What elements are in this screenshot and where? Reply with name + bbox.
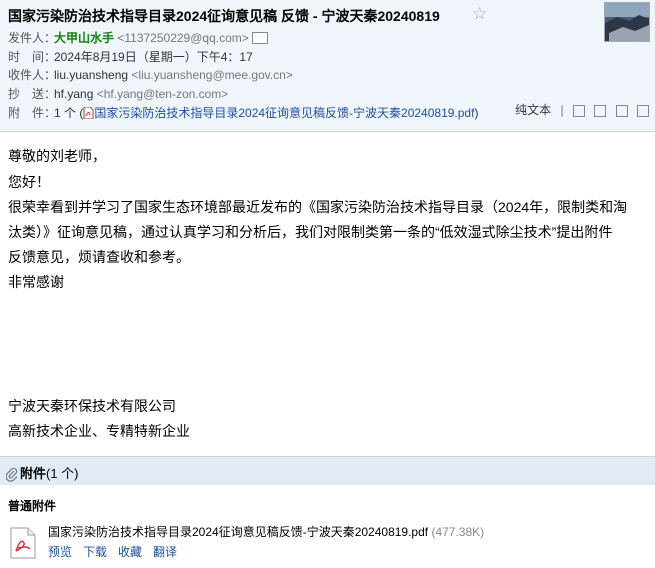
cc-row: 抄 送：hf.yang <hf.yang@ten-zon.com> <box>8 86 228 102</box>
avatar[interactable] <box>604 2 650 42</box>
divider: | <box>560 103 564 117</box>
pdf-icon <box>83 106 94 119</box>
attachment-file-title[interactable]: 国家污染防治技术指导目录2024征询意见稿反馈-宁波天秦20240819.pdf <box>48 525 428 539</box>
pdf-file-icon[interactable] <box>10 527 36 559</box>
time-value: 2024年8月19日（星期一）下午4：17 <box>54 50 253 64</box>
sender-label: 发件人： <box>8 31 57 45</box>
attachment-title: 附件(1 个) <box>5 463 79 482</box>
greeting: 尊敬的刘老师， <box>8 148 106 164</box>
address-card-icon[interactable] <box>251 31 268 44</box>
time-row: 时 间：2024年8月19日（星期一）下午4：17 <box>8 49 253 65</box>
to-row: 收件人：liu.yuansheng <liu.yuansheng@mee.gov… <box>8 67 293 83</box>
star-icon[interactable]: ☆ <box>472 4 487 24</box>
cc-label: 抄 送： <box>8 87 57 101</box>
sender-email[interactable]: <1137250229@qq.com> <box>117 31 248 45</box>
company-name: 宁波天秦环保技术有限公司 <box>8 398 176 414</box>
cc-email[interactable]: <hf.yang@ten-zon.com> <box>97 87 229 101</box>
paragraph-line-1: 很荣幸看到并学习了国家生态环境部最近发布的《国家污染防治技术指导目录（2024年… <box>8 199 628 215</box>
paragraph-line-2: 汰类）》征询意见稿，通过认真学习和分析后，我们对限制类第一条的“低效湿式除尘技术… <box>8 224 613 240</box>
mail-header: 国家污染防治技术指导目录2024征询意见稿 反馈 - 宁波天秦20240819 … <box>0 0 655 132</box>
toolbar: 纯文本 | <box>509 101 649 118</box>
cc-name[interactable]: hf.yang <box>54 87 93 101</box>
attachment-section-label: 普通附件 <box>8 499 57 513</box>
attach-file-link[interactable]: 国家污染防治技术指导目录2024征询意见稿反馈-宁波天秦20240819.pdf <box>94 106 474 120</box>
attachment-file-name: 国家污染防治技术指导目录2024征询意见稿反馈-宁波天秦20240819.pdf… <box>48 523 484 540</box>
time-label: 时 间： <box>8 50 57 64</box>
translate-link[interactable]: 翻译 <box>153 545 177 559</box>
copy-icon[interactable] <box>594 104 607 117</box>
sender-name[interactable]: 大甲山水手 <box>54 31 114 45</box>
paperclip-icon <box>5 467 18 482</box>
attachment-bar-label: 附件 <box>20 466 47 481</box>
download-link[interactable]: 下载 <box>83 545 107 559</box>
attachment-panel: 普通附件 国家污染防治技术指导目录2024征询意见稿反馈-宁波天秦2024081… <box>0 485 655 568</box>
preview-link[interactable]: 预览 <box>48 545 72 559</box>
attach-row: 附 件：1 个 ( 国家污染防治技术指导目录2024征询意见稿反馈-宁波天秦202… <box>8 105 478 121</box>
thanks: 非常感谢 <box>8 274 64 290</box>
to-label: 收件人： <box>8 68 57 82</box>
to-name[interactable]: liu.yuansheng <box>54 68 128 82</box>
attach-close: ) <box>474 106 479 120</box>
attach-count: 1 个 ( <box>54 106 84 120</box>
attachment-bar: 附件(1 个) <box>0 456 655 485</box>
paragraph-line-3: 反馈意见，烦请查收和参考。 <box>8 249 190 265</box>
hello: 您好！ <box>8 174 50 190</box>
print-icon[interactable] <box>637 104 649 117</box>
company-tagline: 高新技术企业、专精特新企业 <box>8 423 190 439</box>
sender-row: 发件人：大甲山水手 <1137250229@qq.com> <box>8 30 268 46</box>
favorite-link[interactable]: 收藏 <box>118 545 142 559</box>
attachment-bar-count: (1 个) <box>46 466 79 481</box>
expand-icon[interactable] <box>615 104 628 117</box>
attachment-actions: 预览 下载 收藏 翻译 <box>48 543 188 560</box>
new-window-icon[interactable] <box>572 104 585 117</box>
to-email[interactable]: <liu.yuansheng@mee.gov.cn> <box>131 68 292 82</box>
mail-subject: 国家污染防治技术指导目录2024征询意见稿 反馈 - 宁波天秦20240819 <box>8 8 440 24</box>
plain-text-button[interactable]: 纯文本 <box>515 103 551 117</box>
attachment-file-size: (477.38K) <box>431 525 485 539</box>
attach-label: 附 件： <box>8 106 57 120</box>
